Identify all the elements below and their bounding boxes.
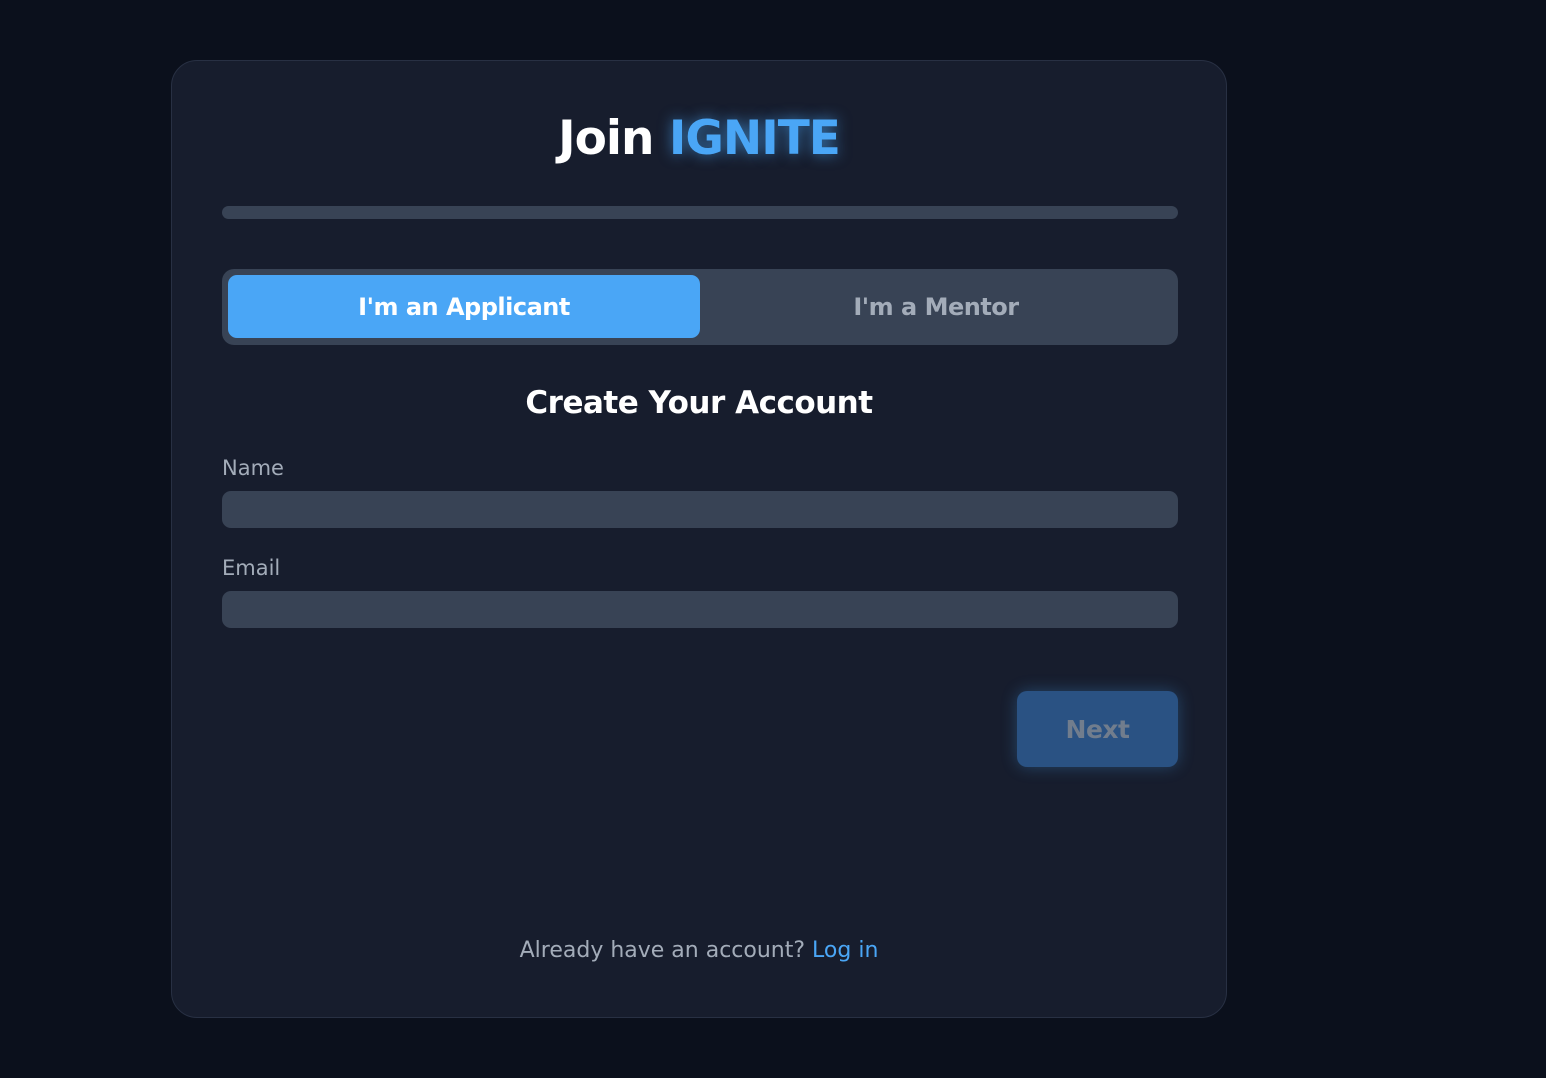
mentor-role-button[interactable]: I'm a Mentor [700, 275, 1172, 338]
next-button[interactable]: Next [1017, 691, 1178, 767]
name-input[interactable] [222, 491, 1178, 528]
login-prompt: Already have an account? Log in [172, 935, 1226, 967]
title-prefix: Join [558, 111, 654, 166]
email-field-label: Email [222, 556, 281, 580]
name-field-label: Name [222, 456, 284, 480]
login-prompt-text: Already have an account? [519, 938, 806, 963]
signup-card: Join IGNITE I'm an Applicant I'm a Mento… [171, 60, 1227, 1018]
login-link[interactable]: Log in [812, 938, 878, 963]
email-input[interactable] [222, 591, 1178, 628]
progress-bar [222, 206, 1178, 219]
brand-name: IGNITE [668, 111, 841, 166]
page-title: Join IGNITE [172, 111, 1226, 167]
role-toggle: I'm an Applicant I'm a Mentor [222, 269, 1178, 345]
form-heading: Create Your Account [525, 385, 873, 421]
applicant-role-button[interactable]: I'm an Applicant [228, 275, 700, 338]
